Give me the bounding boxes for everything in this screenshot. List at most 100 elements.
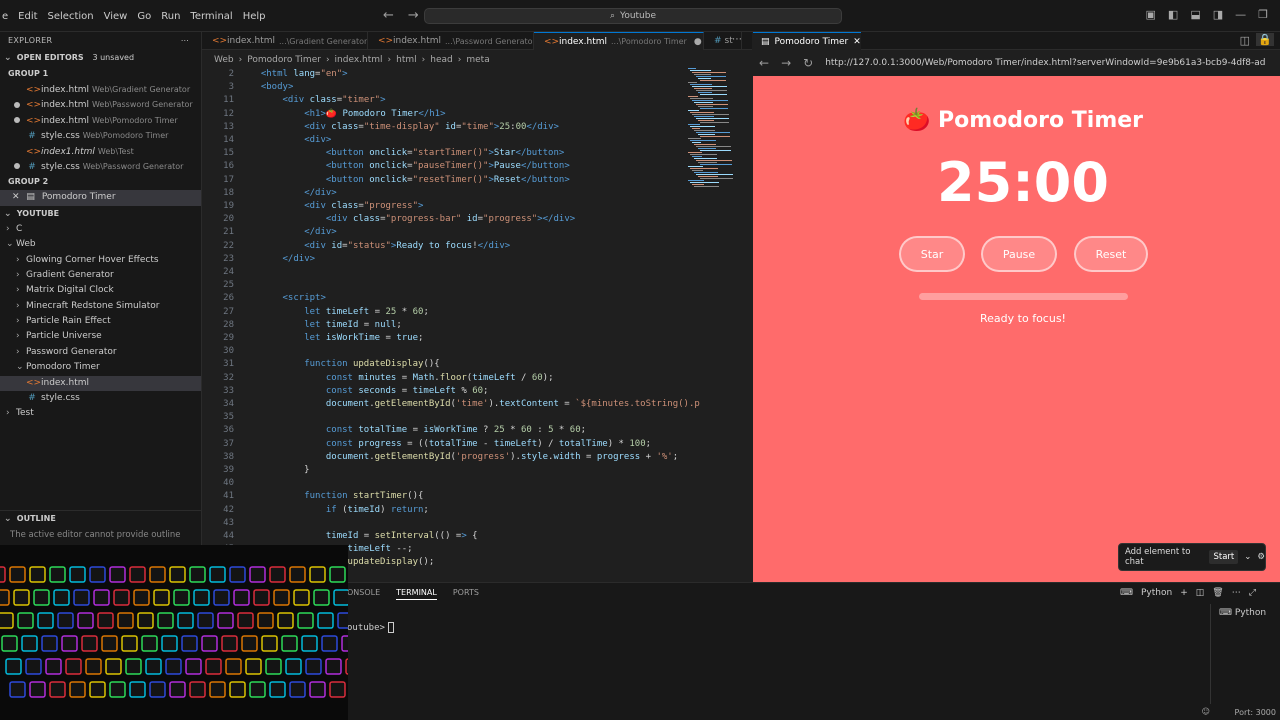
sidebar-toggle-icon[interactable]: ◧ <box>1168 8 1178 21</box>
close-icon[interactable]: ✕ <box>853 37 861 47</box>
tab-console[interactable]: ONSOLE <box>347 588 380 600</box>
breadcrumb-item[interactable]: Pomodoro Timer <box>247 55 321 65</box>
tree-item[interactable]: › Minecraft Redstone Simulator <box>0 299 201 314</box>
back-arrow-icon[interactable]: ← <box>383 8 394 23</box>
keyboard-key <box>313 589 330 606</box>
tree-item[interactable]: › Matrix Digital Clock <box>0 283 201 298</box>
maximize-panel-icon[interactable]: ⤢ <box>1249 588 1256 598</box>
chevron-right-icon: › <box>16 254 20 265</box>
unsaved-dot-icon[interactable]: ● <box>694 37 702 47</box>
keyboard-key <box>257 612 274 629</box>
close-icon[interactable]: ✕ <box>12 192 20 202</box>
open-editor-item[interactable]: <>index.html Web\Password Generator <box>0 97 201 112</box>
line-number: 25 <box>223 280 234 291</box>
forward-arrow-icon[interactable]: → <box>408 8 419 23</box>
code-line: 31 function updateDisplay(){ <box>202 358 752 371</box>
open-editor-item[interactable]: # style.css Web\Password Generator <box>0 159 201 174</box>
reload-icon[interactable]: ↻ <box>803 56 813 70</box>
tree-item[interactable]: ⌄ Pomodoro Timer <box>0 360 201 375</box>
shell-name[interactable]: Python <box>1141 588 1172 598</box>
more-actions-icon[interactable]: ⋯ <box>1232 588 1241 598</box>
tree-item[interactable]: # style.css <box>0 391 201 406</box>
tree-item[interactable]: › C <box>0 222 201 237</box>
code-text: <html lang="en"> <box>260 69 348 79</box>
open-editor-item[interactable]: <>index1.html Web\Test <box>0 144 201 159</box>
chevron-down-icon[interactable]: ⌄ <box>1244 552 1251 562</box>
gear-icon[interactable]: ⚙ <box>1257 552 1265 562</box>
start-button[interactable]: Star <box>899 236 965 272</box>
more-actions-icon[interactable]: ⋯ <box>181 32 189 50</box>
minimap[interactable] <box>686 68 746 188</box>
split-editor-icon[interactable]: ◫ <box>1240 34 1250 47</box>
tree-item[interactable]: ⌄ Web <box>0 237 201 252</box>
editor-tab[interactable]: <> index.html ...\Pomodoro Timer ● <box>534 32 704 50</box>
menu-go[interactable]: Go <box>137 11 151 22</box>
tree-item-label: Glowing Corner Hover Effects <box>26 254 159 265</box>
group1-header[interactable]: GROUP 1 <box>0 66 201 82</box>
tab-terminal[interactable]: TERMINAL <box>396 588 437 600</box>
workspace-section[interactable]: ⌄ YOUTUBE <box>0 206 201 222</box>
editor-tab[interactable]: <>index.html...\Gradient Generator× <box>202 32 368 50</box>
pause-button[interactable]: Pause <box>981 236 1057 272</box>
terminal-list-item[interactable]: Python <box>1235 608 1266 618</box>
breadcrumb-item[interactable]: html <box>396 55 417 65</box>
panel-toggle-icon[interactable]: ⬓ <box>1190 8 1200 21</box>
line-number: 12 <box>223 108 234 119</box>
layout-toggle-icon[interactable]: ▣ <box>1146 8 1156 21</box>
restore-icon[interactable]: ❐ <box>1258 8 1268 21</box>
open-editor-name: index1.html <box>41 146 95 157</box>
keyboard-key <box>189 566 206 583</box>
menu-file[interactable]: e <box>2 11 8 22</box>
tree-item[interactable]: <>index.html <box>0 375 201 392</box>
back-arrow-icon[interactable]: ← <box>759 56 769 70</box>
minimize-icon[interactable]: — <box>1235 8 1246 21</box>
menu-edit[interactable]: Edit <box>18 11 37 22</box>
url-field[interactable]: http://127.0.0.1:3000/Web/Pomodoro Timer… <box>825 58 1265 68</box>
menu-view[interactable]: View <box>104 11 128 22</box>
editor-tab[interactable]: <>index.html...\Password Generator● <box>368 32 534 50</box>
open-editor-item[interactable]: <>index.html Web\Gradient Generator <box>0 82 201 97</box>
lock-icon[interactable]: 🔒 <box>1256 33 1274 46</box>
terminal-prompt[interactable]: outube> <box>347 622 394 633</box>
tree-item[interactable]: › Test <box>0 406 201 421</box>
minimap-line <box>696 76 726 77</box>
secondary-sidebar-icon[interactable]: ◨ <box>1213 8 1223 21</box>
reset-button[interactable]: Reset <box>1074 236 1148 272</box>
add-terminal-icon[interactable]: + <box>1180 588 1188 598</box>
menu-selection[interactable]: Selection <box>48 11 94 22</box>
menu-help[interactable]: Help <box>243 11 266 22</box>
open-editor-item[interactable]: # style.css Web\Pomodoro Timer <box>0 128 201 143</box>
browser-tab[interactable]: ▤ Pomodoro Timer ✕ <box>753 32 861 50</box>
menu-run[interactable]: Run <box>161 11 180 22</box>
breadcrumb-item[interactable]: index.html <box>335 55 383 65</box>
keyboard-key <box>93 589 110 606</box>
tree-item[interactable]: › Particle Rain Effect <box>0 314 201 329</box>
tree-item[interactable]: › Gradient Generator <box>0 268 201 283</box>
line-number: 3 <box>228 82 234 93</box>
forward-arrow-icon[interactable]: → <box>781 56 791 70</box>
tree-item[interactable]: › Password Generator <box>0 345 201 360</box>
code-editor[interactable]: 2 <html lang="en"> 3 <body> 11 <div class=… <box>202 68 752 573</box>
keyboard-key <box>181 635 198 652</box>
breadcrumb-item[interactable]: Web <box>214 55 234 65</box>
copilot-icon[interactable]: ☺ <box>1202 707 1210 716</box>
css-file-icon: # <box>28 131 36 142</box>
trash-icon[interactable]: 🗑 <box>1212 588 1223 598</box>
split-terminal-icon[interactable]: ◫ <box>1196 588 1205 598</box>
open-editors-section[interactable]: ⌄ OPEN EDITORS 3 unsaved <box>0 50 201 66</box>
port-status[interactable]: Port: 3000 <box>1235 708 1276 717</box>
open-editor-item[interactable]: <>index.html Web\Pomodoro Timer <box>0 113 201 128</box>
group2-editor-item[interactable]: ✕ ▤ Pomodoro Timer <box>0 190 201 206</box>
group1-list: <>index.html Web\Gradient Generator <>inde… <box>0 82 201 174</box>
tree-item[interactable]: › Particle Universe <box>0 329 201 344</box>
breadcrumb-item[interactable]: meta <box>466 55 489 65</box>
group2-header[interactable]: GROUP 2 <box>0 174 201 190</box>
tree-item[interactable]: › Glowing Corner Hover Effects <box>0 253 201 268</box>
menu-terminal[interactable]: Terminal <box>190 11 232 22</box>
tabs-more-icon[interactable]: ⋯ <box>732 34 742 45</box>
chat-start-button[interactable]: Start <box>1209 550 1239 564</box>
outline-header[interactable]: ⌄ OUTLINE <box>0 510 202 526</box>
tab-ports[interactable]: PORTS <box>453 588 479 600</box>
command-center-search[interactable]: ⌕ Youtube <box>424 8 842 24</box>
breadcrumb-item[interactable]: head <box>430 55 452 65</box>
